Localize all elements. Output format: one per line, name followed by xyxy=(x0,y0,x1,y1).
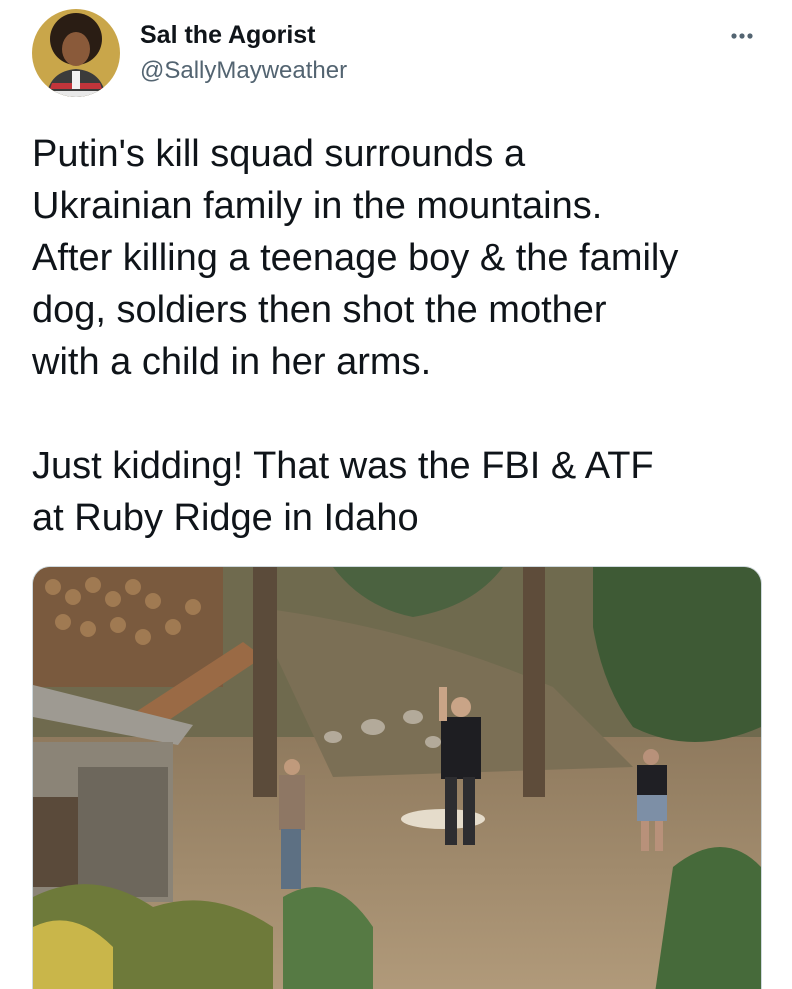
tweet-text: Putin's kill squad surrounds a Ukrainian… xyxy=(32,128,772,544)
tweet-paragraph-2: Just kidding! That was the FBI & ATF at … xyxy=(32,445,654,539)
photo-scene xyxy=(33,567,761,989)
tweet-paragraph-1: Putin's kill squad surrounds a Ukrainian… xyxy=(32,133,679,383)
author-avatar[interactable] xyxy=(32,9,120,97)
tweet-photo[interactable] xyxy=(32,566,762,989)
more-horizontal-icon[interactable] xyxy=(722,24,762,48)
tweet-card: Sal the Agorist @SallyMayweather Putin's… xyxy=(0,0,792,989)
avatar-image xyxy=(32,9,120,97)
author-handle[interactable]: @SallyMayweather xyxy=(140,56,347,86)
author-display-name[interactable]: Sal the Agorist xyxy=(140,20,316,50)
